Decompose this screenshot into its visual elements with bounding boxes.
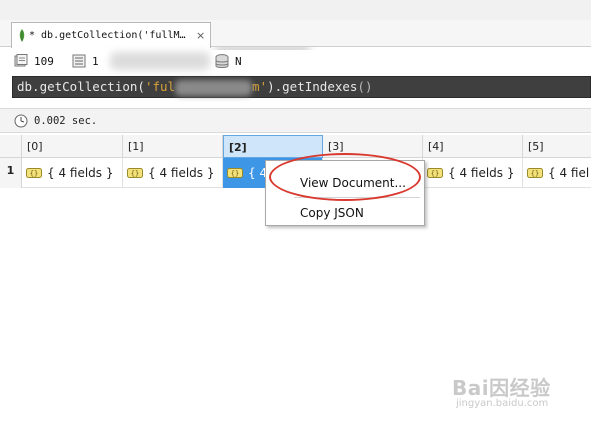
query-string-start: 'ful <box>144 79 176 94</box>
column-header-2[interactable]: [2] <box>223 135 323 158</box>
column-header-3[interactable]: [3] <box>323 135 423 158</box>
svg-text:{}: {} <box>30 170 38 178</box>
svg-text:{}: {} <box>231 170 239 178</box>
column-header-4[interactable]: [4] <box>423 135 523 158</box>
cell-value: { 4 fields } <box>47 166 114 180</box>
server-info-value: N <box>235 55 242 68</box>
menu-item-view-document[interactable]: View Document... <box>266 171 424 195</box>
query-string-end: m' <box>252 79 268 94</box>
doc-count-value: 109 <box>34 54 54 68</box>
database-icon <box>215 54 229 68</box>
cell-value: { 4 fiel <box>548 166 590 180</box>
svg-text:{}: {} <box>431 170 439 178</box>
document-icon: {} <box>127 168 143 178</box>
watermark: Bai因经验 jingyan.baidu.com <box>452 372 572 416</box>
context-menu: View Document... Copy JSON <box>265 160 425 226</box>
documents-icon <box>14 54 28 67</box>
column-header-0[interactable]: [0] <box>22 135 123 158</box>
tab-query[interactable]: * db.getCollection('fullM… × <box>11 22 211 48</box>
execution-time: 0.002 sec. <box>34 114 98 127</box>
document-icon: {} <box>527 168 543 178</box>
tab-title: * db.getCollection('fullM… <box>29 30 186 41</box>
table-cell[interactable]: {} { 4 fiel <box>523 158 591 188</box>
execution-time-bar: 0.002 sec. <box>0 108 591 133</box>
watermark-sub: jingyan.baidu.com <box>456 398 549 409</box>
column-header-1[interactable]: [1] <box>123 135 223 158</box>
row-number: 1 <box>0 158 22 188</box>
svg-text:{}: {} <box>131 170 139 178</box>
server-info: N <box>215 54 242 69</box>
grid-corner <box>0 135 22 158</box>
info-bar: 109 1 N <box>0 50 591 74</box>
list-icon <box>72 54 86 68</box>
items-count: 1 <box>72 54 99 68</box>
items-count-value: 1 <box>92 54 99 68</box>
redaction-blur <box>175 79 253 96</box>
document-icon: {} <box>227 168 243 178</box>
table-cell[interactable]: {} { 4 fields } <box>22 158 123 188</box>
query-parens: () <box>357 79 373 94</box>
cell-value: { 4 fields } <box>148 166 215 180</box>
redaction-blur <box>110 52 210 70</box>
cell-value: { 4 fields } <box>448 166 515 180</box>
svg-text:{}: {} <box>531 170 539 178</box>
tab-close-button[interactable]: × <box>196 29 205 42</box>
document-icon: {} <box>26 168 42 178</box>
document-icon: {} <box>427 168 443 178</box>
mongodb-leaf-icon <box>19 29 25 42</box>
query-prefix: db.getCollection( <box>17 79 145 94</box>
grid-header: [0] [1] [2] [3] [4] [5] <box>0 135 591 158</box>
query-suffix: ).getIndexes <box>267 79 358 94</box>
doc-count: 109 <box>14 54 54 68</box>
menu-separator <box>294 197 420 198</box>
window-top-band <box>0 0 591 20</box>
table-cell[interactable]: {} { 4 fields } <box>123 158 223 188</box>
menu-item-copy-json[interactable]: Copy JSON <box>266 201 424 225</box>
clock-icon <box>14 114 28 127</box>
query-editor[interactable]: db.getCollection('ful m').getIndexes() <box>12 76 591 98</box>
column-header-5[interactable]: [5] <box>523 135 591 158</box>
table-cell[interactable]: {} { 4 fields } <box>423 158 523 188</box>
watermark-main: Bai因经验 <box>452 376 551 400</box>
